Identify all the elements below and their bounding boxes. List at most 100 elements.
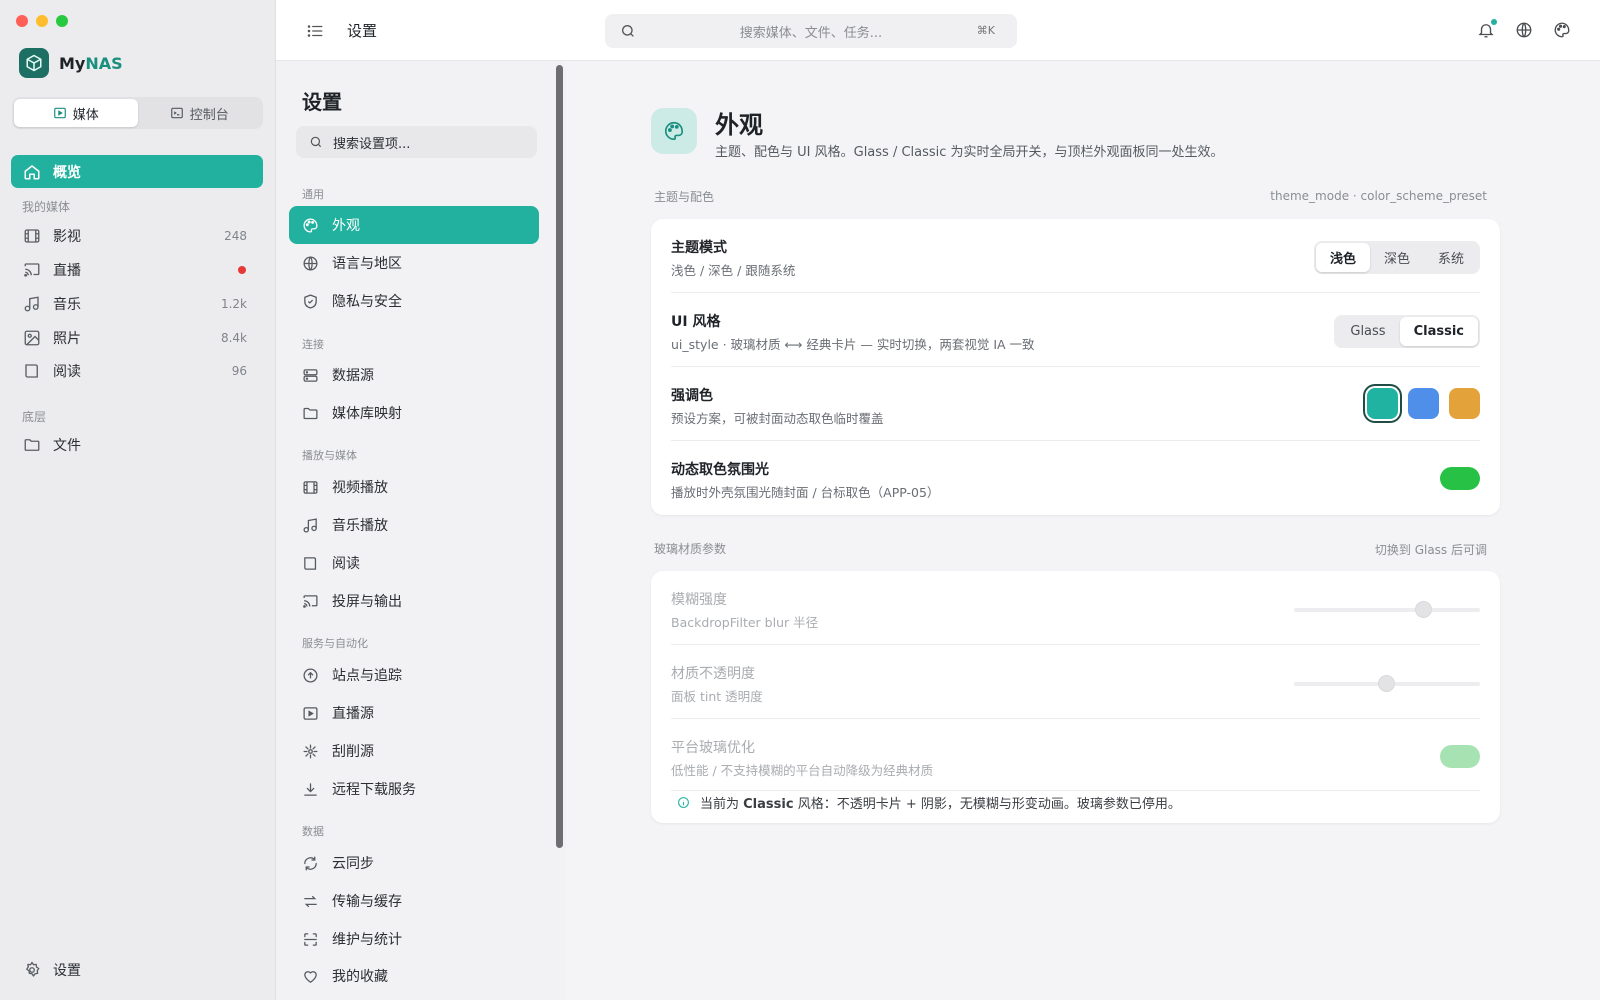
nav-overview[interactable]: 概览 — [11, 155, 263, 188]
settings-item-reading[interactable]: 阅读 — [289, 544, 539, 582]
setting-description: 浅色 / 深色 / 跟随系统 — [671, 263, 796, 278]
settings-item-appearance[interactable]: 外观 — [289, 206, 539, 244]
theme-option-system[interactable]: 系统 — [1424, 243, 1478, 272]
style-note-text: 当前为 Classic 风格：不透明卡片 + 阴影，无模糊与形变动画。玻璃参数已… — [700, 797, 1181, 812]
book-icon — [23, 362, 41, 380]
card-meta-theme: theme_mode · color_scheme_preset — [1270, 189, 1487, 203]
upload-circle-icon — [302, 667, 319, 684]
global-search-input[interactable]: 搜索媒体、文件、任务... ⌘K — [605, 14, 1017, 48]
nav-item-label: 影视 — [53, 229, 81, 245]
nav-item-live[interactable]: 直播 — [11, 254, 263, 286]
settings-item-language[interactable]: 语言与地区 — [289, 244, 539, 282]
globe-icon — [302, 255, 319, 272]
music-note-icon — [23, 295, 41, 313]
style-note: 当前为 Classic 风格：不透明卡片 + 阴影，无模糊与形变动画。玻璃参数已… — [677, 793, 1181, 812]
settings-content: 外观 主题、配色与 UI 风格。Glass / Classic 为实时全局开关，… — [566, 61, 1600, 1000]
tab-media[interactable]: 媒体 — [14, 99, 138, 127]
menu-list-icon[interactable] — [306, 22, 324, 40]
settings-nav-scrollbar[interactable] — [556, 65, 563, 848]
nav-item-music[interactable]: 音乐 1.2k — [11, 288, 263, 320]
ui-style-option-glass[interactable]: Glass — [1336, 317, 1399, 346]
settings-item-datasource[interactable]: 数据源 — [289, 356, 539, 394]
nav-item-label: 音乐 — [53, 297, 81, 313]
app-name: MyNAS — [59, 53, 123, 73]
heart-icon — [302, 968, 319, 985]
search-shortcut: ⌘K — [976, 24, 995, 37]
settings-item-remote-download[interactable]: 远程下载服务 — [289, 770, 539, 808]
minimize-window-button[interactable] — [36, 15, 48, 27]
group-label-services: 服务与自动化 — [302, 637, 368, 650]
card-label-theme: 主题与配色 — [654, 190, 715, 204]
ui-style-option-classic[interactable]: Classic — [1399, 317, 1478, 346]
settings-item-library-mapping[interactable]: 媒体库映射 — [289, 394, 539, 432]
globe-icon[interactable] — [1515, 21, 1533, 39]
blur-slider[interactable] — [1294, 601, 1480, 618]
nav-item-label: 文件 — [53, 438, 81, 454]
accent-swatch-teal[interactable] — [1367, 388, 1398, 419]
settings-item-privacy[interactable]: 隐私与安全 — [289, 282, 539, 320]
settings-item-favorites[interactable]: 我的收藏 — [289, 957, 539, 995]
music-note-icon — [302, 517, 319, 534]
image-icon — [23, 329, 41, 347]
setting-row-theme-mode: 主题模式 浅色 / 深色 / 跟随系统 浅色 深色 系统 — [671, 219, 1480, 293]
close-window-button[interactable] — [16, 15, 28, 27]
dynamic-glow-toggle[interactable] — [1440, 467, 1480, 490]
play-box-icon — [53, 106, 67, 120]
sparkle-icon — [302, 743, 319, 760]
settings-item-label: 直播源 — [332, 706, 374, 722]
setting-description: 面板 tint 透明度 — [671, 689, 763, 704]
settings-search-input[interactable]: 搜索设置项... — [296, 126, 537, 158]
theme-option-dark[interactable]: 深色 — [1370, 243, 1424, 272]
settings-item-live-source[interactable]: 直播源 — [289, 694, 539, 732]
mode-switch: 媒体 控制台 — [12, 97, 263, 129]
settings-item-scraper[interactable]: 刮削源 — [289, 732, 539, 770]
play-box-icon — [302, 705, 319, 722]
setting-description: ui_style · 玻璃材质 ⟷ 经典卡片 — 实时切换，两套视觉 IA 一致 — [671, 337, 1035, 352]
item-count: 248 — [224, 229, 247, 243]
settings-item-video-playback[interactable]: 视频播放 — [289, 468, 539, 506]
nav-item-settings[interactable]: 设置 — [11, 954, 263, 986]
theme-option-light[interactable]: 浅色 — [1315, 243, 1370, 272]
server-icon — [302, 367, 319, 384]
nav-item-label: 直播 — [53, 263, 81, 279]
nav-item-files[interactable]: 文件 — [11, 429, 263, 461]
gear-icon — [23, 961, 41, 979]
platform-glass-toggle[interactable] — [1440, 745, 1480, 768]
palette-icon[interactable] — [1553, 21, 1571, 39]
setting-title: 材质不透明度 — [671, 666, 755, 682]
settings-nav: 设置 搜索设置项... 通用 外观 语言与地区 隐私与安全 连接 数据源 媒体库… — [276, 61, 566, 1000]
download-icon — [302, 781, 319, 798]
settings-item-maintenance[interactable]: 维护与统计 — [289, 920, 539, 958]
settings-item-label: 隐私与安全 — [332, 294, 402, 310]
settings-item-label: 云同步 — [332, 856, 374, 872]
zoom-window-button[interactable] — [56, 15, 68, 27]
nav-item-video[interactable]: 影视 248 — [11, 220, 263, 252]
book-icon — [302, 555, 319, 572]
slider-knob[interactable] — [1378, 675, 1395, 692]
setting-row-blur: 模糊强度 BackdropFilter blur 半径 — [671, 571, 1480, 645]
setting-title: 动态取色氛围光 — [671, 462, 769, 478]
setting-title: 模糊强度 — [671, 592, 727, 608]
slider-knob[interactable] — [1415, 601, 1433, 618]
tab-console[interactable]: 控制台 — [138, 99, 262, 127]
accent-swatch-blue[interactable] — [1408, 388, 1439, 419]
settings-item-label: 语言与地区 — [332, 256, 402, 272]
nav-item-label: 照片 — [53, 331, 81, 347]
settings-item-label: 阅读 — [332, 556, 360, 572]
nav-item-reading[interactable]: 阅读 96 — [11, 355, 263, 387]
page-title: 外观 — [715, 111, 763, 139]
settings-item-cast-output[interactable]: 投屏与输出 — [289, 582, 539, 620]
item-count: 1.2k — [220, 297, 247, 311]
opacity-slider[interactable] — [1294, 675, 1480, 692]
nav-item-photos[interactable]: 照片 8.4k — [11, 322, 263, 354]
settings-item-transfer-cache[interactable]: 传输与缓存 — [289, 882, 539, 920]
card-meta-glass: 切换到 Glass 后可调 — [1374, 543, 1487, 557]
item-count: 8.4k — [220, 331, 247, 345]
palette-icon — [302, 217, 319, 234]
settings-item-music-playback[interactable]: 音乐播放 — [289, 506, 539, 544]
settings-item-label: 投屏与输出 — [332, 594, 402, 610]
accent-swatch-orange[interactable] — [1449, 388, 1480, 419]
settings-item-cloud-sync[interactable]: 云同步 — [289, 844, 539, 882]
settings-item-label: 媒体库映射 — [332, 406, 402, 422]
settings-item-sites-tracking[interactable]: 站点与追踪 — [289, 656, 539, 694]
